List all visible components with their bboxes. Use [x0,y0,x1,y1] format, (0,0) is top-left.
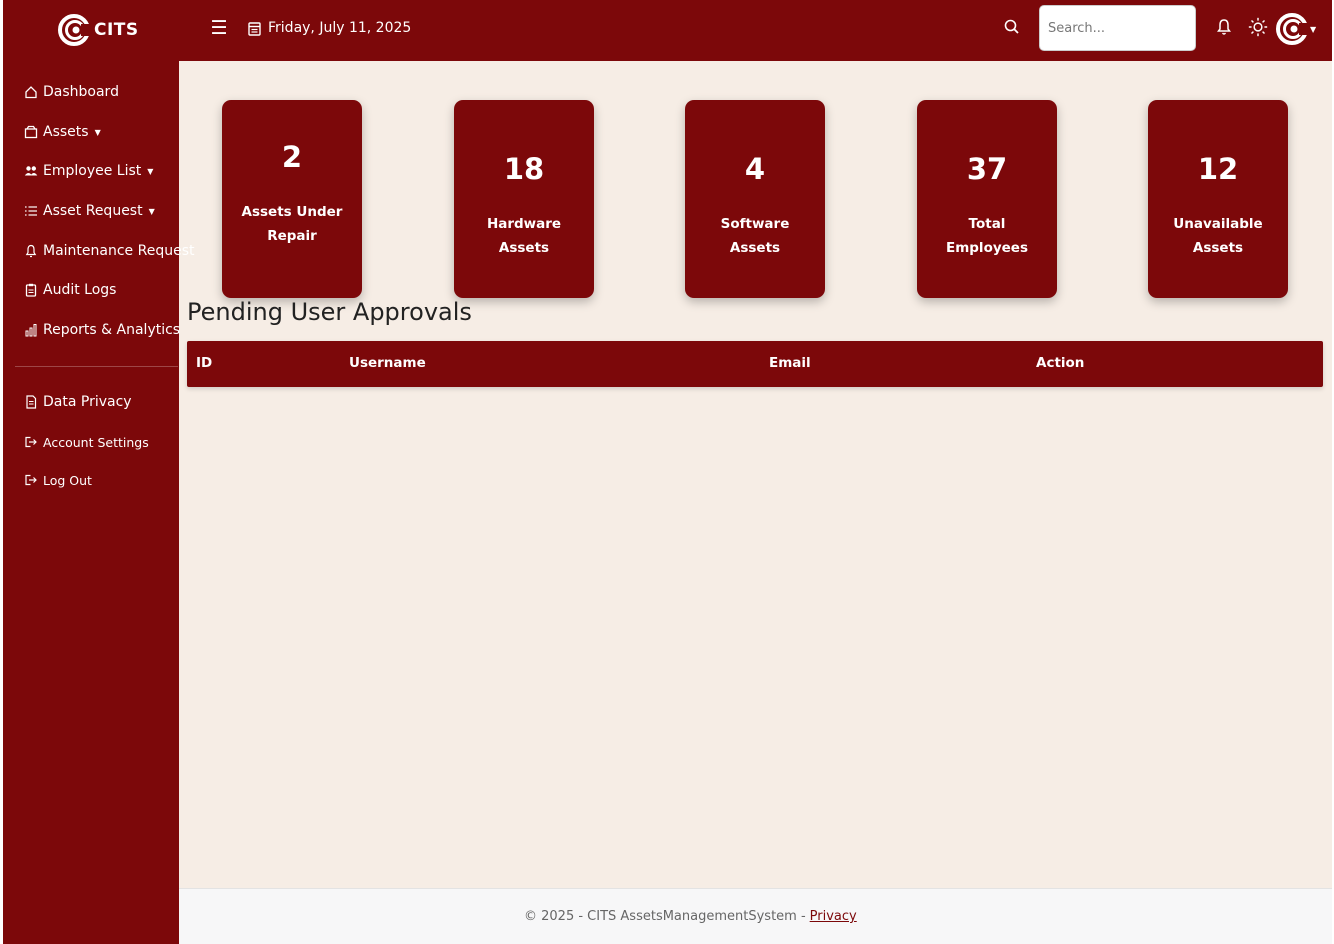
sidebar-item-label: Asset Request [43,203,143,219]
list-icon [25,206,37,216]
brand-logo[interactable]: CITS [58,8,139,52]
sidebar: Dashboard Assets ▼ Employee List ▼ Asset… [3,61,194,944]
clipboard-icon [25,283,37,297]
caret-down-icon: ▼ [147,166,154,176]
sidebar-item-label: Account Settings [43,434,149,450]
sidebar-item-audit-logs[interactable]: Audit Logs [24,278,116,302]
sidebar-item-label: Reports & Analytics [43,322,181,338]
sidebar-item-employee-list[interactable]: Employee List ▼ [24,159,153,183]
box-icon [24,125,38,139]
footer: © 2025 - CITS AssetsManagementSystem - Pr… [179,888,1332,944]
stat-value: 12 [1197,152,1239,186]
stat-label: Unavailable Assets [1173,216,1263,256]
column-header-email: Email [769,355,811,371]
sidebar-item-label: Employee List [43,163,142,179]
avatar-logo-icon [1276,13,1309,45]
copyright-text: © 2025 - CITS AssetsManagementSystem - [524,909,806,924]
sidebar-item-label: Maintenance Request [43,243,195,259]
sidebar-item-reports-analytics[interactable]: Reports & Analytics [24,318,180,342]
stat-value: 2 [281,140,303,174]
stat-card-hardware-assets[interactable]: 18 Hardware Assets [454,100,594,298]
bell-icon [25,244,37,258]
home-icon [25,86,37,99]
notification-bell-icon[interactable] [1215,17,1233,37]
stat-card-software-assets[interactable]: 4 Software Assets [685,100,825,298]
stat-card-unavailable-assets[interactable]: 12 Unavailable Assets [1148,100,1288,298]
sidebar-item-label: Audit Logs [43,282,117,298]
caret-down-icon: ▼ [148,206,155,216]
stat-value: 37 [966,152,1008,186]
sidebar-item-label: Dashboard [43,84,119,100]
sign-out-icon [25,436,37,448]
sidebar-item-data-privacy[interactable]: Data Privacy [24,390,132,414]
stat-label: Hardware Assets [486,216,562,256]
sidebar-divider [15,366,178,367]
calendar-icon [248,21,261,36]
user-avatar[interactable]: ▼ [1275,8,1319,50]
brand-name: CITS [94,20,139,40]
column-header-username: Username [349,355,426,371]
stat-card-assets-under-repair[interactable]: 2 Assets Under Repair [222,100,362,298]
document-icon [26,395,37,409]
caret-down-icon: ▼ [94,127,101,137]
search-icon[interactable] [1002,17,1022,37]
sidebar-item-label: Assets [43,124,89,140]
sidebar-item-label: Log Out [43,472,92,488]
pending-approvals-title: Pending User Approvals [187,298,472,326]
chevron-down-icon: ▼ [1310,24,1317,34]
sidebar-item-asset-request[interactable]: Asset Request ▼ [24,199,155,223]
app-frame: CITS ☰ Friday, July 11, 2025 Search... ▼… [3,0,1332,944]
sidebar-item-log-out[interactable]: Log Out [24,468,92,492]
search-input[interactable] [1039,5,1196,51]
sidebar-item-assets[interactable]: Assets ▼ [24,120,101,144]
column-header-id: ID [196,355,213,371]
stat-label: Total Employees [945,216,1028,256]
theme-toggle-sun-icon[interactable] [1247,15,1269,39]
footer-text: © 2025 - CITS AssetsManagementSystem - Pr… [524,909,857,924]
sign-out-icon [25,474,37,486]
current-date: Friday, July 11, 2025 [248,17,411,39]
top-navbar: CITS ☰ Friday, July 11, 2025 Search... ▼ [3,0,1332,61]
sidebar-item-dashboard[interactable]: Dashboard [24,80,119,104]
stat-card-total-employees[interactable]: 37 Total Employees [917,100,1057,298]
privacy-link[interactable]: Privacy [810,909,857,924]
stat-value: 4 [744,152,766,186]
stat-label: Assets Under Repair [241,204,343,244]
stat-value: 18 [503,152,545,186]
date-text: Friday, July 11, 2025 [268,20,412,36]
users-icon [24,166,38,176]
sidebar-item-maintenance-request[interactable]: Maintenance Request [24,239,194,263]
sidebar-item-label: Data Privacy [43,394,132,410]
bar-chart-icon [25,324,37,337]
sidebar-item-account-settings[interactable]: Account Settings [24,430,149,454]
approvals-table-header: ID Username Email Action [187,341,1323,387]
logo-icon [58,14,90,46]
hamburger-menu-icon[interactable]: ☰ [208,16,230,40]
stat-label: Software Assets [720,216,790,256]
column-header-action: Action [1036,355,1085,371]
